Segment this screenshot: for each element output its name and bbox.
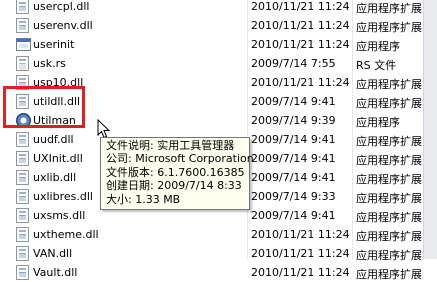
file-type: 应用程序扩展: [356, 249, 422, 262]
file-type: 应用程序扩展: [356, 230, 422, 243]
mouse-pointer-icon: [97, 119, 110, 139]
file-date: 2010/11/21 11:24: [251, 228, 350, 241]
tooltip-created: 创建日期: 2009/7/14 8:33: [106, 179, 242, 193]
file-type: 应用程序扩展: [356, 173, 422, 186]
dll-file-icon: [16, 189, 29, 204]
file-row[interactable]: userinit 2010/11/21 11:24 应用程序: [0, 35, 437, 54]
file-row[interactable]: VAN.dll 2010/11/21 11:24 应用程序扩展: [0, 244, 437, 263]
file-type: 应用程序: [356, 116, 400, 129]
file-name: uudf.dll: [33, 133, 74, 146]
file-name: uxlib.dll: [33, 171, 77, 184]
dll-file-icon: [16, 208, 29, 223]
file-list[interactable]: usercpl.dll 2010/11/21 11:24 应用程序扩展 userenv…: [0, 0, 437, 281]
file-type: 应用程序扩展: [356, 154, 422, 167]
dll-file-icon: [16, 227, 29, 242]
file-date: 2009/7/14 9:41: [251, 133, 336, 146]
file-date: 2010/11/21 11:24: [251, 76, 350, 89]
file-row[interactable]: Vault.dll 2010/11/21 11:24 应用程序扩展: [0, 263, 437, 282]
dll-file-icon: [16, 170, 29, 185]
file-name: UXInit.dll: [33, 152, 83, 165]
file-type: 应用程序扩展: [356, 2, 422, 15]
file-type: 应用程序扩展: [356, 192, 422, 205]
file-date: 2009/7/14 9:41: [251, 209, 336, 222]
file-date: 2010/11/21 11:24: [251, 0, 350, 13]
file-type: 应用程序扩展: [356, 135, 422, 148]
tooltip-description: 文件说明: 实用工具管理器: [106, 139, 235, 152]
exe-file-icon: [16, 38, 31, 51]
dll-file-icon: [16, 132, 29, 147]
tooltip-version: 文件版本: 6.1.7600.16385: [106, 165, 245, 179]
dll-file-icon: [16, 265, 29, 280]
file-date: 2010/11/21 11:24: [251, 38, 350, 51]
file-type: 应用程序扩展: [356, 78, 422, 91]
file-name: userenv.dll: [33, 19, 93, 32]
dll-file-icon: [16, 0, 29, 14]
dll-file-icon: [16, 151, 29, 166]
file-type: RS 文件: [356, 59, 397, 72]
file-row[interactable]: usercpl.dll 2010/11/21 11:24 应用程序扩展: [0, 0, 437, 16]
file-name: uxtheme.dll: [33, 228, 99, 241]
file-info-tooltip: 文件说明: 实用工具管理器 公司: Microsoft Corporation …: [100, 137, 254, 210]
column-separator: [247, 0, 248, 259]
dll-file-icon: [16, 18, 29, 33]
file-name: usk.rs: [33, 57, 66, 70]
file-type: 应用程序扩展: [356, 268, 422, 281]
file-date: 2009/7/14 7:55: [251, 57, 336, 70]
file-name: uxlibres.dll: [33, 190, 93, 203]
file-name: usercpl.dll: [33, 0, 90, 13]
file-date: 2009/7/14 9:41: [251, 95, 336, 108]
file-type: 应用程序: [356, 40, 400, 53]
file-type: 应用程序扩展: [356, 97, 422, 110]
file-type: 应用程序扩展: [356, 211, 422, 224]
file-date: 2009/7/14 9:41: [251, 152, 336, 165]
file-name: Vault.dll: [33, 266, 78, 279]
file-name: uxsms.dll: [33, 209, 86, 222]
file-date: 2010/11/21 11:24: [251, 266, 350, 279]
file-type: 应用程序扩展: [356, 21, 422, 34]
red-highlight-box: [3, 86, 85, 128]
text-file-icon: [16, 56, 29, 71]
file-date: 2010/11/21 11:24: [251, 19, 350, 32]
file-name: VAN.dll: [33, 247, 73, 260]
file-name: userinit: [33, 38, 75, 51]
column-separator: [352, 0, 353, 259]
file-date: 2009/7/14 9:33: [251, 190, 336, 203]
file-date: 2009/7/14 9:39: [251, 114, 336, 127]
file-date: 2009/7/14 9:41: [251, 171, 336, 184]
file-row[interactable]: usk.rs 2009/7/14 7:55 RS 文件: [0, 54, 437, 73]
tooltip-company: 公司: Microsoft Corporation: [106, 152, 254, 166]
file-row[interactable]: userenv.dll 2010/11/21 11:24 应用程序扩展: [0, 16, 437, 35]
vertical-scrollbar[interactable]: [423, 0, 437, 259]
file-row[interactable]: uxtheme.dll 2010/11/21 11:24 应用程序扩展: [0, 225, 437, 244]
file-date: 2010/11/21 11:24: [251, 247, 350, 260]
tooltip-size: 大小: 1.33 MB: [106, 192, 181, 206]
